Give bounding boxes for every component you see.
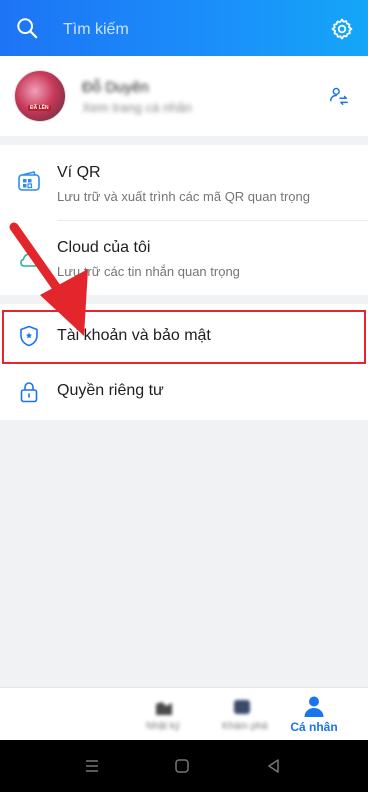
person-icon[interactable] bbox=[302, 694, 326, 718]
menu-item-title: Cloud của tôi bbox=[57, 239, 151, 256]
menu-item-subtitle: Lưu trữ và xuất trình các mã QR quan trọ… bbox=[57, 189, 310, 204]
timeline-icon[interactable] bbox=[154, 700, 174, 718]
qr-wallet-icon bbox=[18, 171, 40, 191]
gear-icon[interactable] bbox=[330, 17, 354, 41]
shield-icon bbox=[20, 325, 38, 347]
profile-card[interactable]: ĐÃ LÊN Đỗ Duyên Xem trang cá nhân bbox=[0, 56, 368, 136]
cloud-icon bbox=[20, 253, 40, 267]
search-icon[interactable] bbox=[16, 17, 38, 39]
search-input[interactable]: Tìm kiếm bbox=[63, 20, 129, 40]
nav-label-discover: Khám phá bbox=[222, 721, 268, 732]
top-header: Tìm kiếm bbox=[0, 0, 368, 56]
bottom-navigation: Nhật ký Khám phá Cá nhân bbox=[0, 687, 368, 740]
switch-account-icon[interactable] bbox=[328, 85, 350, 107]
menu-group-account: Tài khoản và bảo mật Quyền riêng tư bbox=[0, 304, 368, 420]
lock-icon bbox=[20, 382, 38, 403]
home-icon[interactable] bbox=[172, 756, 192, 776]
menu-item-subtitle: Lưu trữ các tin nhắn quan trọng bbox=[57, 264, 240, 279]
nav-label-timeline: Nhật ký bbox=[146, 721, 180, 732]
avatar-tag: ĐÃ LÊN bbox=[28, 105, 51, 111]
menu-item-privacy[interactable]: Quyền riêng tư bbox=[0, 365, 368, 419]
menu-icon[interactable] bbox=[82, 756, 102, 776]
view-profile-link[interactable]: Xem trang cá nhân bbox=[82, 100, 192, 115]
menu-item-title: Ví QR bbox=[57, 164, 101, 181]
menu-item-account-security[interactable]: Tài khoản và bảo mật bbox=[0, 310, 368, 364]
profile-name: Đỗ Duyên bbox=[82, 79, 149, 96]
menu-item-cloud[interactable]: Cloud của tôi Lưu trữ các tin nhắn quan … bbox=[0, 221, 368, 295]
menu-item-title: Quyền riêng tư bbox=[57, 382, 164, 399]
menu-item-qr-wallet[interactable]: Ví QR Lưu trữ và xuất trình các mã QR qu… bbox=[0, 145, 368, 221]
avatar[interactable]: ĐÃ LÊN bbox=[14, 70, 66, 122]
system-navigation-bar bbox=[0, 740, 368, 792]
nav-tab-profile[interactable]: Cá nhân bbox=[288, 720, 340, 734]
back-icon[interactable] bbox=[264, 756, 284, 776]
menu-item-title: Tài khoản và bảo mật bbox=[57, 327, 211, 344]
menu-group-storage: Ví QR Lưu trữ và xuất trình các mã QR qu… bbox=[0, 145, 368, 295]
discover-icon[interactable] bbox=[232, 698, 252, 718]
